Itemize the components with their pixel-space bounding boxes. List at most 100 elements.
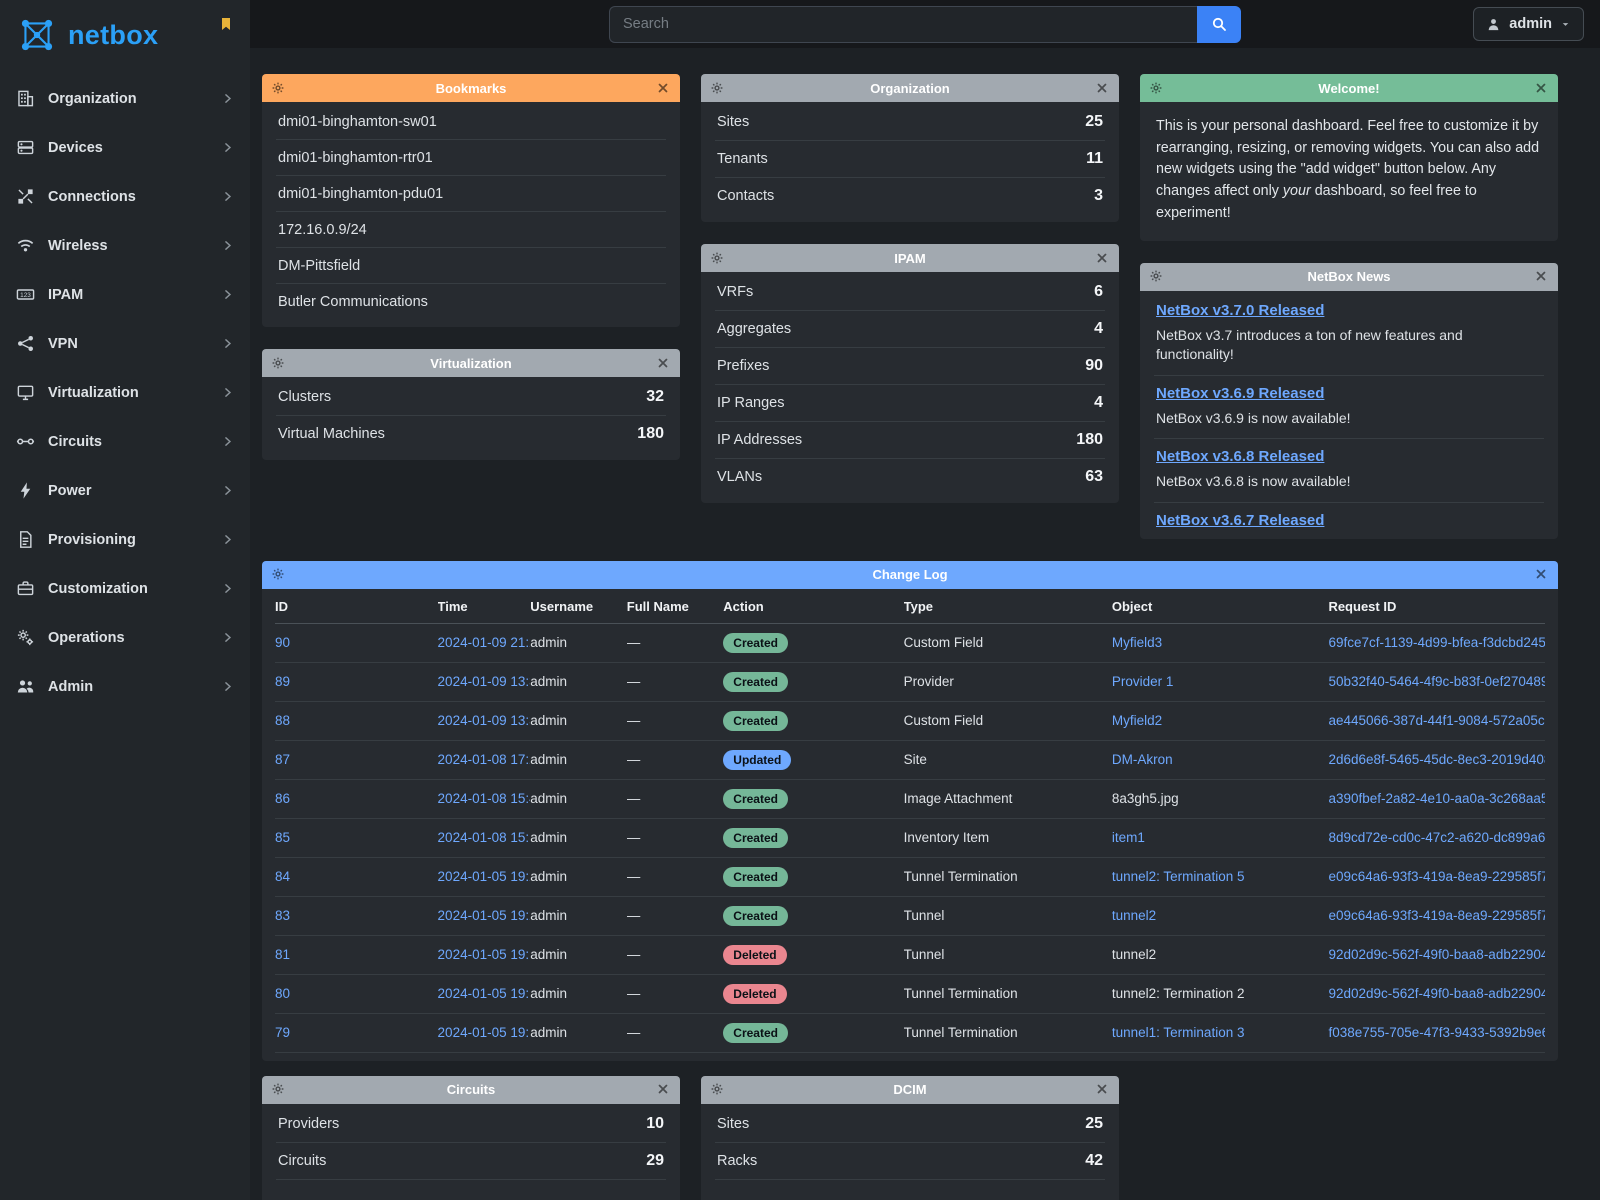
change-object-link[interactable]: tunnel2: Termination 5 bbox=[1112, 869, 1245, 884]
widget-close-button[interactable] bbox=[1095, 81, 1110, 96]
widget-config-button[interactable] bbox=[271, 81, 286, 96]
sidebar-item-devices[interactable]: Devices bbox=[0, 123, 250, 172]
change-object-link[interactable]: DM-Akron bbox=[1112, 752, 1173, 767]
bookmark-link[interactable]: Butler Communications bbox=[278, 294, 428, 310]
sidebar-item-circuits[interactable]: Circuits bbox=[0, 417, 250, 466]
stat-link[interactable]: VRFs bbox=[717, 284, 753, 300]
change-time-link[interactable]: 2024-01-08 17:28 bbox=[438, 752, 531, 767]
request-id-link[interactable]: 2d6d6e8f-5465-45dc-8ec3-2019d4087b5a bbox=[1328, 752, 1545, 767]
sidebar-item-admin[interactable]: Admin bbox=[0, 662, 250, 711]
sidebar-item-ipam[interactable]: 123 IPAM bbox=[0, 270, 250, 319]
sidebar-item-operations[interactable]: Operations bbox=[0, 613, 250, 662]
change-time-link[interactable]: 2024-01-05 19:22 bbox=[438, 869, 531, 884]
stat-link[interactable]: VLANs bbox=[717, 469, 762, 485]
request-id-link[interactable]: a390fbef-2a82-4e10-aa0a-3c268aa5ef3b bbox=[1328, 791, 1545, 806]
news-headline-link[interactable]: NetBox v3.6.8 Released bbox=[1156, 448, 1324, 465]
change-object-link[interactable]: tunnel1: Termination 3 bbox=[1112, 1025, 1245, 1040]
widget-config-button[interactable] bbox=[271, 356, 286, 371]
stat-link[interactable]: Prefixes bbox=[717, 358, 769, 374]
request-id-link[interactable]: e09c64a6-93f3-419a-8ea9-229585f7c6ae bbox=[1328, 869, 1545, 884]
widget-close-button[interactable] bbox=[1534, 567, 1549, 582]
change-time-link[interactable]: 2024-01-09 21:23 bbox=[438, 635, 531, 650]
widget-config-button[interactable] bbox=[271, 567, 286, 582]
news-headline-link[interactable]: NetBox v3.6.9 Released bbox=[1156, 385, 1324, 402]
change-id-link[interactable]: 87 bbox=[275, 752, 290, 767]
sidebar-item-power[interactable]: Power bbox=[0, 466, 250, 515]
stat-link[interactable]: IP Ranges bbox=[717, 395, 784, 411]
sidebar-item-virtualization[interactable]: Virtualization bbox=[0, 368, 250, 417]
change-time-link[interactable]: 2024-01-05 19:15 bbox=[438, 986, 531, 1001]
change-object-link[interactable]: Myfield2 bbox=[1112, 713, 1162, 728]
change-object-link[interactable]: tunnel2: Termination 2 bbox=[1112, 986, 1245, 1001]
widget-close-button[interactable] bbox=[1534, 269, 1549, 284]
change-time-link[interactable]: 2024-01-09 13:38 bbox=[438, 713, 531, 728]
bookmark-link[interactable]: DM-Pittsfield bbox=[278, 258, 360, 274]
stat-link[interactable]: Sites bbox=[717, 1116, 749, 1132]
change-id-link[interactable]: 86 bbox=[275, 791, 290, 806]
change-id-link[interactable]: 79 bbox=[275, 1025, 290, 1040]
stat-link[interactable]: Providers bbox=[278, 1116, 339, 1132]
request-id-link[interactable]: 8d9cd72e-cd0c-47c2-a620-dc899a690c21 bbox=[1328, 830, 1545, 845]
widget-config-button[interactable] bbox=[1149, 269, 1164, 284]
change-object-link[interactable]: Myfield3 bbox=[1112, 635, 1162, 650]
widget-close-button[interactable] bbox=[656, 81, 671, 96]
stat-link[interactable]: Contacts bbox=[717, 188, 774, 204]
stat-link[interactable]: Virtual Machines bbox=[278, 426, 385, 442]
news-headline-link[interactable]: NetBox v3.6.7 Released bbox=[1156, 512, 1324, 529]
widget-config-button[interactable] bbox=[1149, 81, 1164, 96]
widget-config-button[interactable] bbox=[710, 1082, 725, 1097]
request-id-link[interactable]: 50b32f40-5464-4f9c-b83f-0ef270489410 bbox=[1328, 674, 1545, 689]
widget-close-button[interactable] bbox=[1534, 81, 1549, 96]
request-id-link[interactable]: f038e755-705e-47f3-9433-5392b9e6b9e5 bbox=[1328, 1025, 1545, 1040]
user-menu-button[interactable]: admin bbox=[1473, 7, 1584, 41]
request-id-link[interactable]: 69fce7cf-1139-4d99-bfea-f3dcbd2452d6 bbox=[1328, 635, 1545, 650]
bookmark-flag-icon[interactable] bbox=[218, 16, 234, 32]
change-id-link[interactable]: 90 bbox=[275, 635, 290, 650]
stat-link[interactable]: IP Addresses bbox=[717, 432, 802, 448]
request-id-link[interactable]: 92d02d9c-562f-49f0-baa8-adb22904760d bbox=[1328, 947, 1545, 962]
request-id-link[interactable]: 92d02d9c-562f-49f0-baa8-adb22904760d bbox=[1328, 986, 1545, 1001]
bookmark-link[interactable]: dmi01-binghamton-rtr01 bbox=[278, 150, 433, 166]
widget-config-button[interactable] bbox=[271, 1082, 286, 1097]
change-id-link[interactable]: 89 bbox=[275, 674, 290, 689]
change-id-link[interactable]: 85 bbox=[275, 830, 290, 845]
stat-link[interactable]: Circuits bbox=[278, 1153, 326, 1169]
sidebar-item-organization[interactable]: Organization bbox=[0, 74, 250, 123]
search-input[interactable] bbox=[609, 6, 1197, 43]
request-id-link[interactable]: ae445066-387d-44f1-9084-572a05ce3e16 bbox=[1328, 713, 1545, 728]
stat-link[interactable]: Sites bbox=[717, 114, 749, 130]
change-id-link[interactable]: 83 bbox=[275, 908, 290, 923]
change-object-link[interactable]: 8a3gh5.jpg bbox=[1112, 791, 1179, 806]
change-time-link[interactable]: 2024-01-08 15:14 bbox=[438, 830, 531, 845]
change-id-link[interactable]: 88 bbox=[275, 713, 290, 728]
change-time-link[interactable]: 2024-01-05 19:15 bbox=[438, 947, 531, 962]
change-object-link[interactable]: tunnel2 bbox=[1112, 908, 1156, 923]
stat-link[interactable]: Clusters bbox=[278, 389, 331, 405]
sidebar-item-wireless[interactable]: Wireless bbox=[0, 221, 250, 270]
stat-link[interactable]: Tenants bbox=[717, 151, 768, 167]
bookmark-link[interactable]: dmi01-binghamton-sw01 bbox=[278, 114, 437, 130]
change-time-link[interactable]: 2024-01-08 15:45 bbox=[438, 791, 531, 806]
request-id-link[interactable]: e09c64a6-93f3-419a-8ea9-229585f7c6ae bbox=[1328, 908, 1545, 923]
change-object-link[interactable]: item1 bbox=[1112, 830, 1145, 845]
change-time-link[interactable]: 2024-01-05 19:22 bbox=[438, 908, 531, 923]
widget-close-button[interactable] bbox=[1095, 1082, 1110, 1097]
sidebar-item-provisioning[interactable]: Provisioning bbox=[0, 515, 250, 564]
widget-close-button[interactable] bbox=[1095, 251, 1110, 266]
change-id-link[interactable]: 81 bbox=[275, 947, 290, 962]
brand[interactable]: netbox bbox=[0, 0, 250, 68]
widget-config-button[interactable] bbox=[710, 251, 725, 266]
widget-close-button[interactable] bbox=[656, 1082, 671, 1097]
bookmark-link[interactable]: 172.16.0.9/24 bbox=[278, 222, 367, 238]
stat-link[interactable]: Aggregates bbox=[717, 321, 791, 337]
change-object-link[interactable]: Provider 1 bbox=[1112, 674, 1174, 689]
change-time-link[interactable]: 2024-01-05 19:14 bbox=[438, 1025, 531, 1040]
bookmark-link[interactable]: dmi01-binghamton-pdu01 bbox=[278, 186, 443, 202]
search-button[interactable] bbox=[1197, 6, 1241, 43]
news-headline-link[interactable]: NetBox v3.7.0 Released bbox=[1156, 302, 1324, 319]
sidebar-item-customization[interactable]: Customization bbox=[0, 564, 250, 613]
widget-close-button[interactable] bbox=[656, 356, 671, 371]
change-id-link[interactable]: 84 bbox=[275, 869, 290, 884]
change-time-link[interactable]: 2024-01-09 13:38 bbox=[438, 674, 531, 689]
change-object-link[interactable]: tunnel2 bbox=[1112, 947, 1156, 962]
